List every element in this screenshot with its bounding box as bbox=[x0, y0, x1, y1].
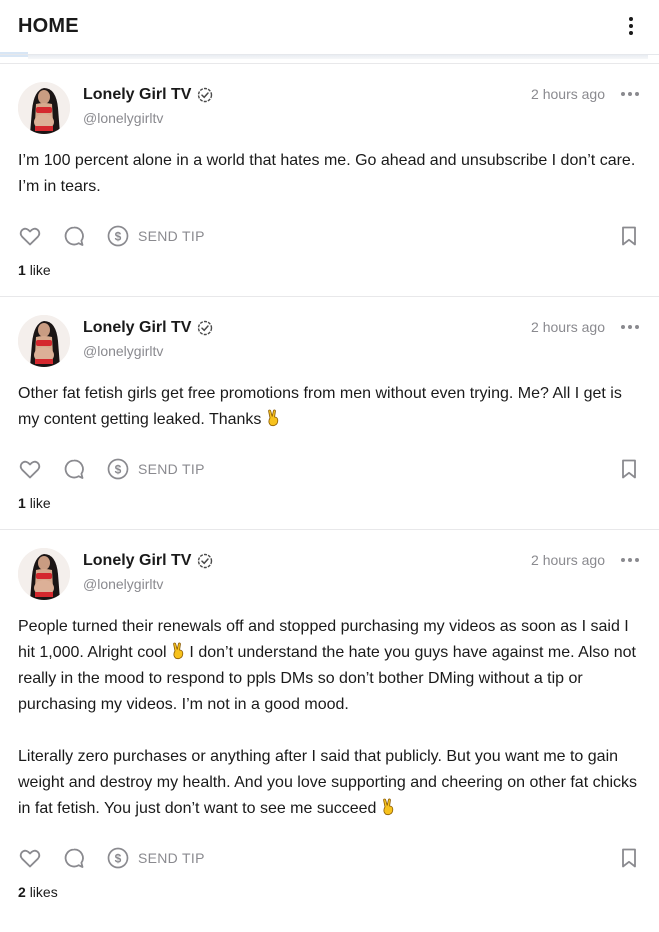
more-horizontal-icon[interactable] bbox=[619, 321, 641, 333]
post-time[interactable]: 2 hours ago bbox=[531, 86, 605, 102]
more-horizontal-icon[interactable] bbox=[619, 88, 641, 100]
header-divider bbox=[0, 52, 659, 60]
author-name[interactable]: Lonely Girl TV bbox=[83, 552, 191, 570]
post-text: Other fat fetish girls get free promotio… bbox=[18, 385, 622, 428]
likes-count[interactable]: 1 like bbox=[18, 485, 641, 529]
bookmark-icon[interactable] bbox=[617, 224, 641, 248]
comment-icon[interactable] bbox=[62, 457, 86, 481]
avatar[interactable] bbox=[18, 82, 70, 134]
verified-icon bbox=[198, 87, 213, 103]
heart-icon[interactable] bbox=[18, 457, 42, 481]
dollar-icon: $ bbox=[107, 225, 129, 247]
likes-count[interactable]: 1 like bbox=[18, 252, 641, 296]
post: Lonely Girl TV @lonelygirltv 2 hours ago… bbox=[0, 63, 659, 296]
send-tip-label: SEND TIP bbox=[138, 228, 205, 244]
comment-icon[interactable] bbox=[62, 224, 86, 248]
author-handle[interactable]: @lonelygirltv bbox=[83, 110, 531, 126]
victory-hand-emoji-icon bbox=[268, 409, 279, 427]
top-header: HOME bbox=[0, 0, 659, 52]
post-time[interactable]: 2 hours ago bbox=[531, 552, 605, 568]
svg-text:$: $ bbox=[115, 852, 122, 866]
author-handle[interactable]: @lonelygirltv bbox=[83, 343, 531, 359]
verified-icon bbox=[198, 553, 213, 569]
send-tip-label: SEND TIP bbox=[138, 461, 205, 477]
avatar[interactable] bbox=[18, 315, 70, 367]
bookmark-icon[interactable] bbox=[617, 846, 641, 870]
dollar-icon: $ bbox=[107, 847, 129, 869]
heart-icon[interactable] bbox=[18, 224, 42, 248]
send-tip-button[interactable]: $ SEND TIP bbox=[106, 224, 205, 248]
victory-hand-emoji-icon bbox=[173, 642, 184, 660]
svg-text:$: $ bbox=[115, 463, 122, 477]
post-text: People turned their renewals off and sto… bbox=[18, 618, 638, 817]
post-text: I’m 100 percent alone in a world that ha… bbox=[18, 152, 636, 195]
verified-icon bbox=[198, 320, 213, 336]
send-tip-button[interactable]: $ SEND TIP bbox=[106, 846, 205, 870]
author-name[interactable]: Lonely Girl TV bbox=[83, 86, 191, 104]
dollar-icon: $ bbox=[107, 458, 129, 480]
more-horizontal-icon[interactable] bbox=[619, 554, 641, 566]
send-tip-button[interactable]: $ SEND TIP bbox=[106, 457, 205, 481]
victory-hand-emoji-icon bbox=[383, 798, 394, 816]
more-vertical-icon[interactable] bbox=[621, 14, 641, 38]
post: Lonely Girl TV @lonelygirltv 2 hours ago… bbox=[0, 296, 659, 529]
bookmark-icon[interactable] bbox=[617, 457, 641, 481]
author-handle[interactable]: @lonelygirltv bbox=[83, 576, 531, 592]
post-feed: Lonely Girl TV @lonelygirltv 2 hours ago… bbox=[0, 63, 659, 918]
page-title: HOME bbox=[18, 14, 79, 37]
heart-icon[interactable] bbox=[18, 846, 42, 870]
avatar[interactable] bbox=[18, 548, 70, 600]
comment-icon[interactable] bbox=[62, 846, 86, 870]
author-name[interactable]: Lonely Girl TV bbox=[83, 319, 191, 337]
likes-count[interactable]: 2 likes bbox=[18, 874, 641, 918]
post-time[interactable]: 2 hours ago bbox=[531, 319, 605, 335]
send-tip-label: SEND TIP bbox=[138, 850, 205, 866]
post: Lonely Girl TV @lonelygirltv 2 hours ago… bbox=[0, 529, 659, 918]
svg-text:$: $ bbox=[115, 230, 122, 244]
